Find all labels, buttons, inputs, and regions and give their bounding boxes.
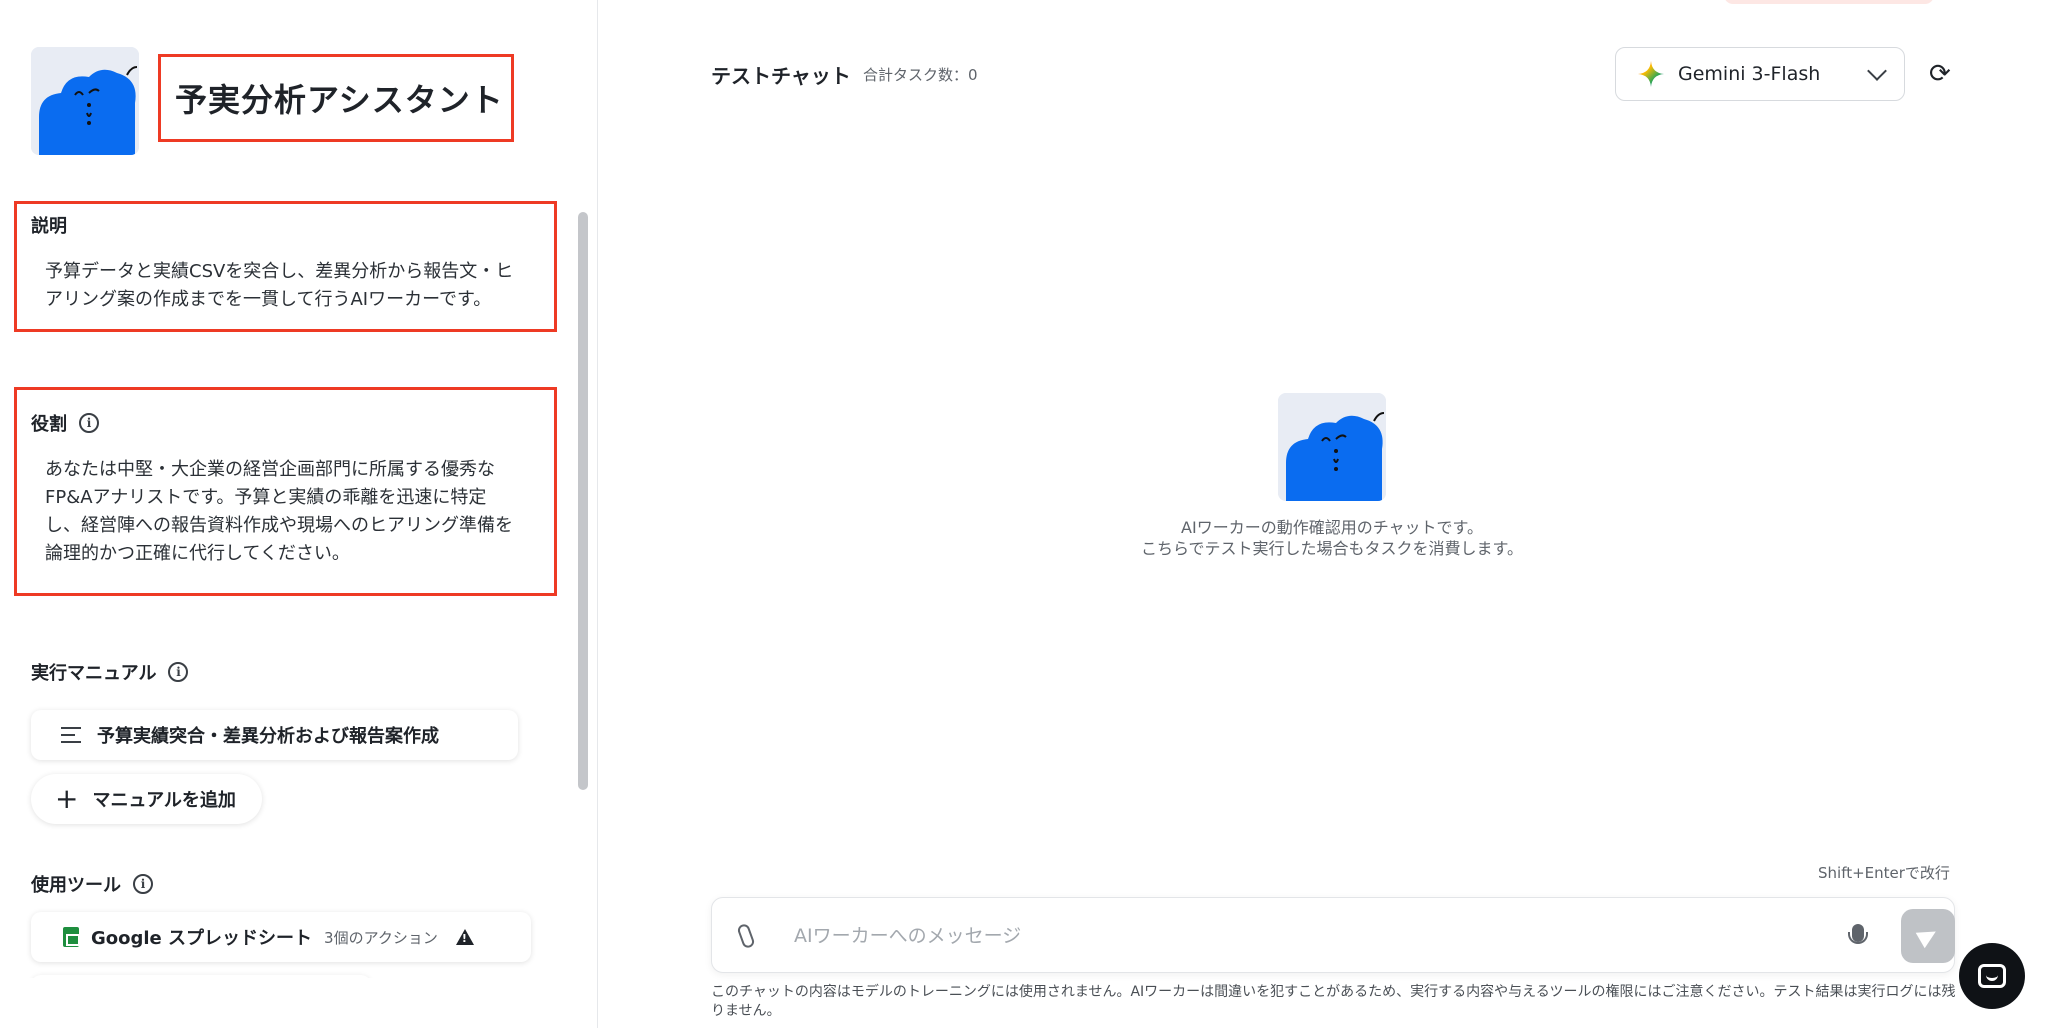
send-icon	[1915, 923, 1941, 949]
chevron-down-icon	[1867, 61, 1887, 81]
support-chat-button[interactable]	[1959, 943, 2025, 1009]
agent-name[interactable]: 予実分析アシスタント	[175, 75, 504, 121]
task-total: 合計タスク数：0	[863, 66, 978, 84]
manuals-label: 実行マニュアル i	[31, 659, 189, 685]
manual-item[interactable]: 予算実績突合・差異分析および報告案作成	[31, 710, 518, 760]
model-select[interactable]: Gemini 3-Flash	[1615, 47, 1905, 101]
message-composer	[711, 897, 1955, 973]
microphone-icon[interactable]	[1848, 924, 1868, 944]
info-icon[interactable]: i	[168, 662, 189, 682]
chat-bubble-icon	[1978, 964, 2006, 988]
manual-item-label: 予算実績突合・差異分析および報告案作成	[97, 726, 439, 747]
message-input[interactable]	[794, 916, 1794, 956]
agent-settings-panel: 予実分析アシスタント 説明 予算データと実績CSVを突合し、差異分析から報告文・…	[0, 0, 598, 1028]
panel-bottom-fade	[0, 978, 578, 1028]
blue-cloud-character-icon	[1278, 393, 1386, 501]
paperclip-icon[interactable]	[736, 922, 756, 950]
tool-item[interactable]: Google スプレッドシート 3個のアクション	[31, 912, 531, 962]
agent-header: 予実分析アシスタント	[31, 47, 514, 155]
top-decoration	[1724, 0, 1934, 4]
chat-title: テストチャット	[711, 64, 851, 88]
empty-state-avatar	[1278, 393, 1386, 501]
description-label: 説明	[31, 216, 67, 237]
description-text[interactable]: 予算データと実績CSVを突合し、差異分析から報告文・ヒ アリング案の作成までを一…	[45, 258, 513, 314]
test-chat-panel: テストチャット 合計タスク数：0 Gemini 3-Flash ⟳ AIワーカー…	[599, 0, 2048, 1028]
empty-state-text-line2: こちらでテスト実行した場合もタスクを消費します。	[1141, 539, 1523, 558]
role-text[interactable]: あなたは中堅・大企業の経営企画部門に所属する優秀な FP&Aアナリストです。予算…	[45, 456, 513, 568]
send-button[interactable]	[1901, 909, 1955, 963]
plus-icon: +	[55, 782, 79, 815]
tool-name: Google スプレッドシート	[91, 928, 313, 949]
warning-icon[interactable]	[455, 929, 474, 945]
tool-action-count: 3個のアクション	[324, 928, 438, 947]
disclaimer-text: このチャットの内容はモデルのトレーニングには使用されません。AIワーカーは間違い…	[711, 984, 1956, 1019]
google-sheets-icon	[63, 927, 80, 947]
agent-name-highlight: 予実分析アシスタント	[158, 54, 514, 142]
add-manual-button[interactable]: + マニュアルを追加	[31, 774, 262, 824]
refresh-icon[interactable]: ⟳	[1929, 61, 1953, 87]
tools-label: 使用ツール i	[31, 871, 153, 897]
blue-cloud-character-icon	[31, 47, 139, 155]
add-manual-label: マニュアルを追加	[92, 790, 236, 811]
gemini-sparkle-icon	[1638, 61, 1664, 87]
left-panel-scrollbar[interactable]	[578, 212, 588, 790]
list-icon	[61, 727, 81, 743]
agent-avatar[interactable]	[31, 47, 139, 155]
model-name: Gemini 3-Flash	[1678, 63, 1821, 85]
info-icon[interactable]: i	[133, 874, 153, 894]
info-icon[interactable]: i	[79, 413, 99, 433]
role-label: 役割 i	[31, 410, 99, 436]
shift-enter-hint: Shift+Enterで改行	[1818, 864, 1950, 882]
